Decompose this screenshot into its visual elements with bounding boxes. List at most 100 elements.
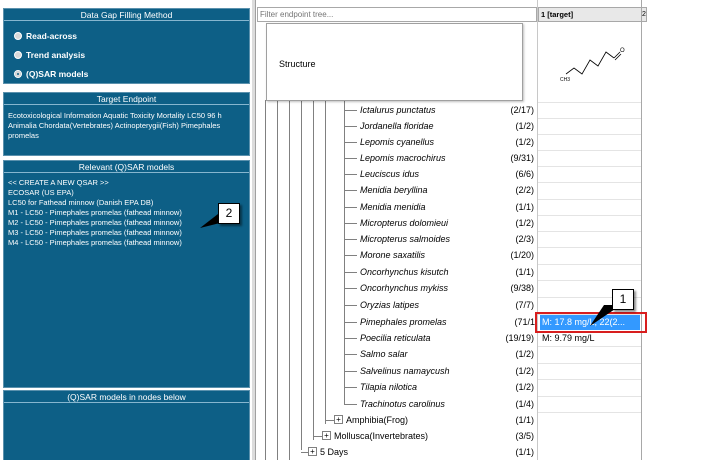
species-name: Micropterus dolomieui [360, 218, 449, 228]
tree-node-species[interactable]: Morone saxatilis (1/20) [344, 247, 539, 263]
expand-icon[interactable]: + [334, 415, 343, 424]
species-name: Oncorhynchus mykiss [360, 283, 449, 293]
grid-line [538, 396, 642, 397]
tree-node-species[interactable]: Oryzias latipes (7/7) [344, 297, 539, 313]
target-column-header[interactable]: 1 [target] [538, 7, 642, 22]
grid-line [538, 346, 642, 347]
callout-2: 2 [218, 203, 240, 224]
data-cell-poecilia[interactable]: M: 9.79 mg/L [542, 331, 595, 346]
species-name: Menidia menidia [360, 202, 426, 212]
tree-node-species[interactable]: Micropterus salmoides (2/3) [344, 231, 539, 247]
species-name: Lepomis macrochirus [360, 153, 446, 163]
tree-node-species[interactable]: Salvelinus namaycush (1/2) [344, 363, 539, 379]
tree-node-species[interactable]: Menidia beryllina (2/2) [344, 182, 539, 198]
species-count: (1/2) [515, 137, 534, 147]
structure-label: Structure [279, 59, 316, 69]
molecule-methyl-label: CH3 [560, 77, 570, 83]
species-name: Ictalurus punctatus [360, 105, 436, 115]
tree-node-amphibia[interactable]: + Amphibia(Frog) (1/1) [334, 412, 539, 428]
model-item-danish-epa[interactable]: LC50 for Fathead minnow (Danish EPA DB) [8, 198, 182, 208]
species-name: Morone saxatilis [360, 250, 426, 260]
second-data-column [641, 0, 646, 460]
species-count: (19/19) [505, 333, 534, 343]
tree-node-mollusca[interactable]: + Mollusca(Invertebrates) (3/5) [322, 428, 539, 444]
method-label: Read-across [26, 31, 78, 41]
grid-line [538, 102, 642, 103]
node-count: (1/1) [515, 447, 534, 457]
model-item-m1[interactable]: M1 - LC50 - Pimephales promelas (fathead… [8, 208, 182, 218]
radio-qsar-models[interactable] [14, 70, 22, 78]
model-item-m2[interactable]: M2 - LC50 - Pimephales promelas (fathead… [8, 218, 182, 228]
structure-tooltip: Structure [266, 23, 523, 101]
endpoint-tree-panel: Structure Ictalurus punctatus (2/17) Jord… [255, 0, 545, 460]
species-name: Poecilia reticulata [360, 333, 431, 343]
species-count: (1/2) [515, 366, 534, 376]
app-window: Data Gap Filling Method Read-across Tren… [0, 0, 701, 460]
tree-node-species[interactable]: Menidia menidia (1/1) [344, 199, 539, 215]
relevant-models-list: << CREATE A NEW QSAR >> ECOSAR (US EPA) … [8, 178, 182, 248]
tree-node-species[interactable]: Tilapia nilotica (1/2) [344, 379, 539, 395]
species-name: Trachinotus carolinus [360, 399, 445, 409]
method-read-across[interactable]: Read-across [14, 31, 77, 42]
species-name: Pimephales promelas [360, 317, 447, 327]
radio-read-across[interactable] [14, 32, 22, 40]
nodes-panel-header: (Q)SAR models in nodes below [4, 391, 249, 403]
species-count: (1/2) [515, 349, 534, 359]
tree-node-species[interactable]: Micropterus dolomieui (1/2) [344, 215, 539, 231]
tree-node-species[interactable]: Lepomis macrochirus (9/31) [344, 150, 539, 166]
expand-icon[interactable]: + [322, 431, 331, 440]
method-label: (Q)SAR models [26, 69, 89, 79]
model-item-m4[interactable]: M4 - LC50 - Pimephales promelas (fathead… [8, 238, 182, 248]
model-item-create-new[interactable]: << CREATE A NEW QSAR >> [8, 178, 182, 188]
tree-line [265, 100, 266, 460]
expand-icon[interactable]: + [308, 447, 317, 456]
tree-node-species[interactable]: Jordanella floridae (1/2) [344, 118, 539, 134]
highlight-frame [535, 312, 647, 333]
grid-line [538, 247, 642, 248]
tree-node-species-selected[interactable]: Pimephales promelas (71/148 [344, 314, 545, 330]
species-count: (2/3) [515, 234, 534, 244]
tree-node-species[interactable]: Poecilia reticulata (19/19) [344, 330, 539, 346]
model-item-ecosar[interactable]: ECOSAR (US EPA) [8, 188, 182, 198]
molecule-structure-icon: O CH3 [560, 48, 625, 83]
species-name: Menidia beryllina [360, 185, 428, 195]
species-count: (1/4) [515, 399, 534, 409]
tree-node-species[interactable]: Trachinotus carolinus (1/4) [344, 396, 539, 412]
method-trend-analysis[interactable]: Trend analysis [14, 50, 85, 61]
tree-node-species[interactable]: Oncorhynchus mykiss (9/38) [344, 280, 539, 296]
model-item-m3[interactable]: M3 - LC50 - Pimephales promelas (fathead… [8, 228, 182, 238]
species-count: (1/20) [510, 250, 534, 260]
species-name: Tilapia nilotica [360, 382, 417, 392]
species-name: Oryzias latipes [360, 300, 420, 310]
species-count: (1/2) [515, 121, 534, 131]
callout-1: 1 [612, 289, 634, 310]
species-name: Salmo salar [360, 349, 408, 359]
filter-endpoint-tree-input[interactable] [257, 7, 537, 22]
tree-node-5-days[interactable]: + 5 Days (1/1) [308, 444, 539, 460]
grid-line [538, 363, 642, 364]
molecule-oxygen-label: O [620, 48, 625, 54]
tree-line [325, 100, 326, 424]
second-column-header[interactable]: 2 [641, 7, 647, 22]
species-count: (1/1) [515, 202, 534, 212]
grid-line [538, 199, 642, 200]
node-count: (3/5) [515, 431, 534, 441]
tree-node-species[interactable]: Salmo salar (1/2) [344, 346, 539, 362]
endpoint-panel-header: Target Endpoint [4, 93, 249, 105]
target-data-column: 1 [target] O CH3 M: 17.8 mg/L, 22(2... M… [537, 0, 642, 460]
method-panel-header: Data Gap Filling Method [4, 9, 249, 21]
species-name: Oncorhynchus kisutch [360, 267, 449, 277]
node-count: (1/1) [515, 415, 534, 425]
grid-line [538, 150, 642, 151]
tree-node-species[interactable]: Oncorhynchus kisutch (1/1) [344, 264, 539, 280]
grid-line [538, 166, 642, 167]
node-label: 5 Days [320, 447, 349, 457]
tree-node-species[interactable]: Lepomis cyanellus (1/2) [344, 134, 539, 150]
tree-node-species[interactable]: Ictalurus punctatus (2/17) [344, 102, 539, 118]
qsar-models-in-nodes-panel: (Q)SAR models in nodes below [3, 390, 250, 460]
method-qsar-models[interactable]: (Q)SAR models [14, 69, 88, 80]
node-label: Amphibia(Frog) [346, 415, 409, 425]
species-count: (9/31) [510, 153, 534, 163]
radio-trend-analysis[interactable] [14, 51, 22, 59]
tree-node-species[interactable]: Leuciscus idus (6/6) [344, 166, 539, 182]
